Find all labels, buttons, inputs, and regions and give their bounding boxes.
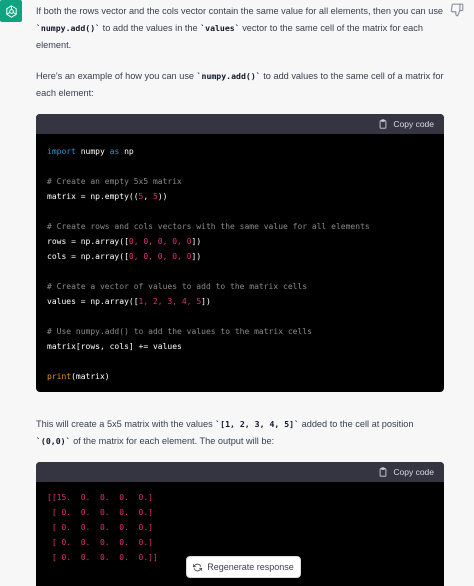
text-span: to add the values in the bbox=[100, 23, 201, 33]
inline-code: `numpy.add()` bbox=[196, 71, 261, 81]
code-number: 1, 2, 3, 4, 5 bbox=[138, 297, 202, 306]
text-span: If both the rows vector and the cols vec… bbox=[36, 6, 444, 16]
message-paragraph: If both the rows vector and the cols vec… bbox=[36, 3, 444, 54]
output-line: [ 0. 0. 0. 0. 0.]] bbox=[47, 553, 158, 562]
code-text: cols = np.array([ bbox=[47, 252, 129, 261]
copy-code-label: Copy code bbox=[393, 119, 434, 129]
code-text: ]) bbox=[191, 252, 202, 261]
code-text: rows = np.array([ bbox=[47, 237, 129, 246]
message-paragraph: Here's an example of how you can use `nu… bbox=[36, 68, 444, 102]
code-text: matrix = np.empty(( bbox=[47, 192, 139, 201]
output-line: [[15. 0. 0. 0. 0.] bbox=[47, 493, 153, 502]
assistant-avatar bbox=[0, 0, 22, 22]
text-span: added to the cell at position bbox=[299, 419, 414, 429]
regenerate-response-button[interactable]: Regenerate response bbox=[186, 556, 301, 578]
text-span: Here's an example of how you can use bbox=[36, 71, 197, 81]
code-block-header: Copy code bbox=[36, 462, 444, 482]
code-block: Copy code import numpy as np # Create an… bbox=[36, 114, 444, 392]
code-keyword: import bbox=[47, 147, 76, 156]
code-comment: # Use numpy.add() to add the values to t… bbox=[47, 327, 312, 336]
text-span: This will create a 5x5 matrix with the v… bbox=[36, 419, 216, 429]
output-line: [ 0. 0. 0. 0. 0.] bbox=[47, 523, 153, 532]
code-text: )) bbox=[157, 192, 168, 201]
copy-code-button[interactable]: Copy code bbox=[378, 467, 434, 477]
code-content: import numpy as np # Create an empty 5x5… bbox=[36, 134, 444, 392]
code-comment: # Create a vector of values to add to th… bbox=[47, 282, 308, 291]
code-text: (matrix) bbox=[71, 372, 110, 381]
output-line: [ 0. 0. 0. 0. 0.] bbox=[47, 508, 153, 517]
code-comment: # Create rows and cols vectors with the … bbox=[47, 222, 370, 231]
clipboard-icon bbox=[380, 467, 387, 477]
code-text: ]) bbox=[191, 237, 202, 246]
inline-code: `numpy.add()` bbox=[36, 23, 101, 33]
inline-code: `values` bbox=[200, 23, 240, 33]
inline-code: `[1, 2, 3, 4, 5]` bbox=[215, 419, 300, 429]
text-span: of the matrix for each element. The outp… bbox=[70, 436, 275, 446]
clipboard-icon bbox=[380, 119, 387, 129]
code-comment: # Create an empty 5x5 matrix bbox=[47, 177, 182, 186]
code-text: matrix[rows, cols] += values bbox=[47, 342, 182, 351]
openai-logo-icon bbox=[5, 4, 17, 18]
code-text: np bbox=[119, 147, 134, 156]
code-text: values = np.array([ bbox=[47, 297, 139, 306]
message-paragraph: This will create a 5x5 matrix with the v… bbox=[36, 416, 444, 450]
code-text: ]) bbox=[201, 297, 211, 306]
code-number: 0, 0, 0, 0, 0 bbox=[128, 237, 192, 246]
code-block-header: Copy code bbox=[36, 114, 444, 134]
code-text: numpy bbox=[75, 147, 110, 156]
copy-code-button[interactable]: Copy code bbox=[378, 119, 434, 129]
regenerate-label: Regenerate response bbox=[207, 562, 294, 572]
refresh-icon bbox=[193, 563, 203, 571]
code-text: , bbox=[143, 192, 153, 201]
code-number: 0, 0, 0, 0, 0 bbox=[128, 252, 192, 261]
inline-code: `(0,0)` bbox=[36, 436, 71, 446]
copy-code-label: Copy code bbox=[393, 467, 434, 477]
output-line: [ 0. 0. 0. 0. 0.] bbox=[47, 538, 153, 547]
code-keyword: as bbox=[109, 147, 120, 156]
code-builtin: print bbox=[47, 372, 72, 381]
thumbs-down-icon[interactable] bbox=[450, 3, 464, 17]
